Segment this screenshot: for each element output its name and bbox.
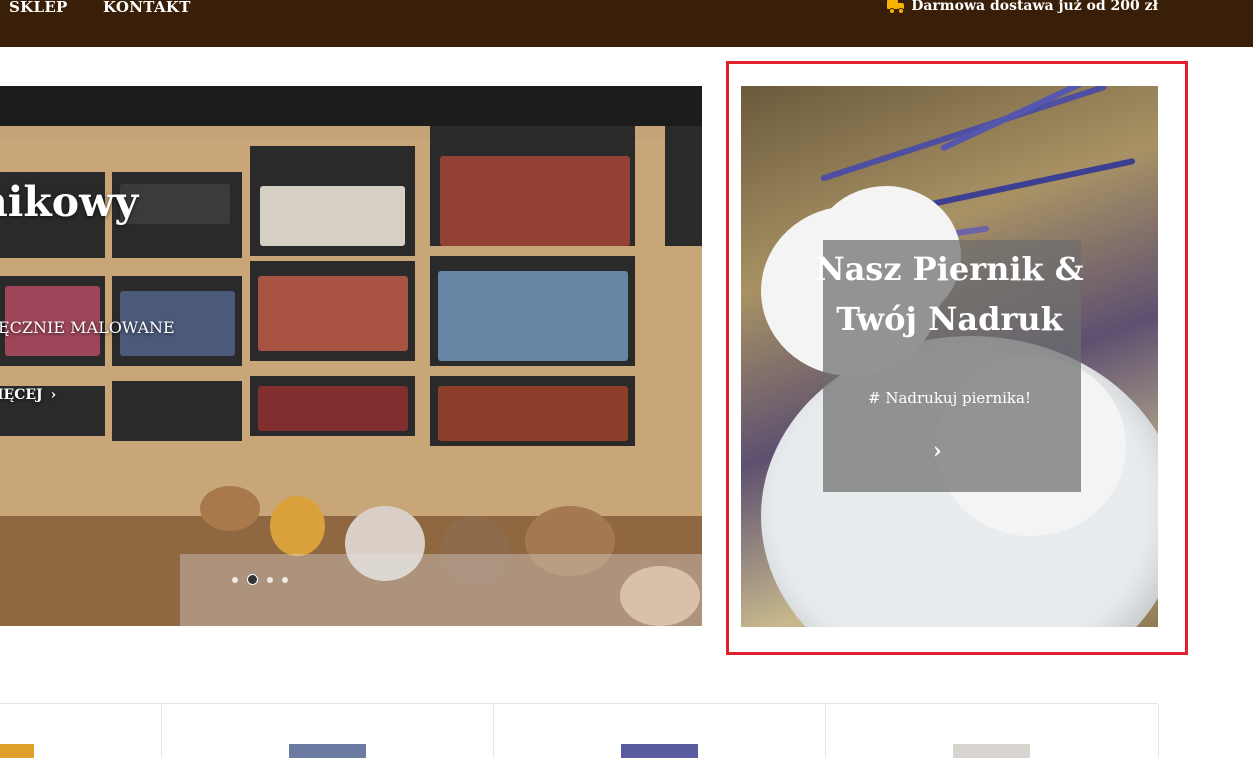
promo-title: Nasz Piernik & Twój Nadruk (741, 244, 1158, 344)
category-tile[interactable] (161, 704, 494, 758)
free-shipping-notice: Darmowa dostawa już od 200 zł (887, 0, 1158, 14)
category-tile[interactable] (493, 704, 826, 758)
category-tile[interactable] (0, 704, 161, 758)
slider-dot[interactable] (282, 576, 288, 583)
category-thumbnail (0, 744, 34, 758)
hero-title: nikowy (0, 178, 139, 226)
promo-tagline: # Nadrukuj piernika! (868, 389, 1031, 407)
slider-dot-active[interactable] (247, 574, 258, 585)
hero-subtitle: ĘCZNIE MALOWANE (0, 318, 175, 337)
category-thumbnail (621, 744, 698, 758)
display-glass (180, 554, 702, 626)
category-tile[interactable] (825, 704, 1159, 758)
hero-more-button[interactable]: IĘCEJ › (0, 387, 56, 403)
top-bar: SKLEP KONTAKT Darmowa dostawa już od 200… (0, 0, 1253, 47)
promo-card[interactable]: Nasz Piernik & Twój Nadruk # Nadrukuj pi… (741, 86, 1158, 627)
nav-sklep[interactable]: SKLEP (9, 0, 68, 16)
promo-link-button[interactable]: › (933, 438, 942, 464)
category-thumbnail (953, 744, 1030, 758)
hero-more-label: IĘCEJ (0, 387, 43, 403)
promo-title-line1: Nasz Piernik & (815, 250, 1084, 288)
truck-icon (887, 0, 905, 14)
category-strip (0, 703, 1159, 758)
chevron-right-icon: › (933, 438, 942, 464)
hero-slider[interactable]: nikowy ĘCZNIE MALOWANE IĘCEJ › (0, 86, 702, 626)
nav-kontakt[interactable]: KONTAKT (103, 0, 191, 16)
chevron-right-icon: › (50, 387, 57, 403)
shipping-text: Darmowa dostawa już od 200 zł (911, 0, 1158, 14)
category-thumbnail (289, 744, 366, 758)
slider-dots (232, 574, 288, 585)
slider-dot[interactable] (232, 576, 238, 583)
promo-title-line2: Twój Nadruk (836, 300, 1063, 338)
slider-dot[interactable] (267, 576, 273, 583)
shop-ceiling (0, 86, 702, 126)
